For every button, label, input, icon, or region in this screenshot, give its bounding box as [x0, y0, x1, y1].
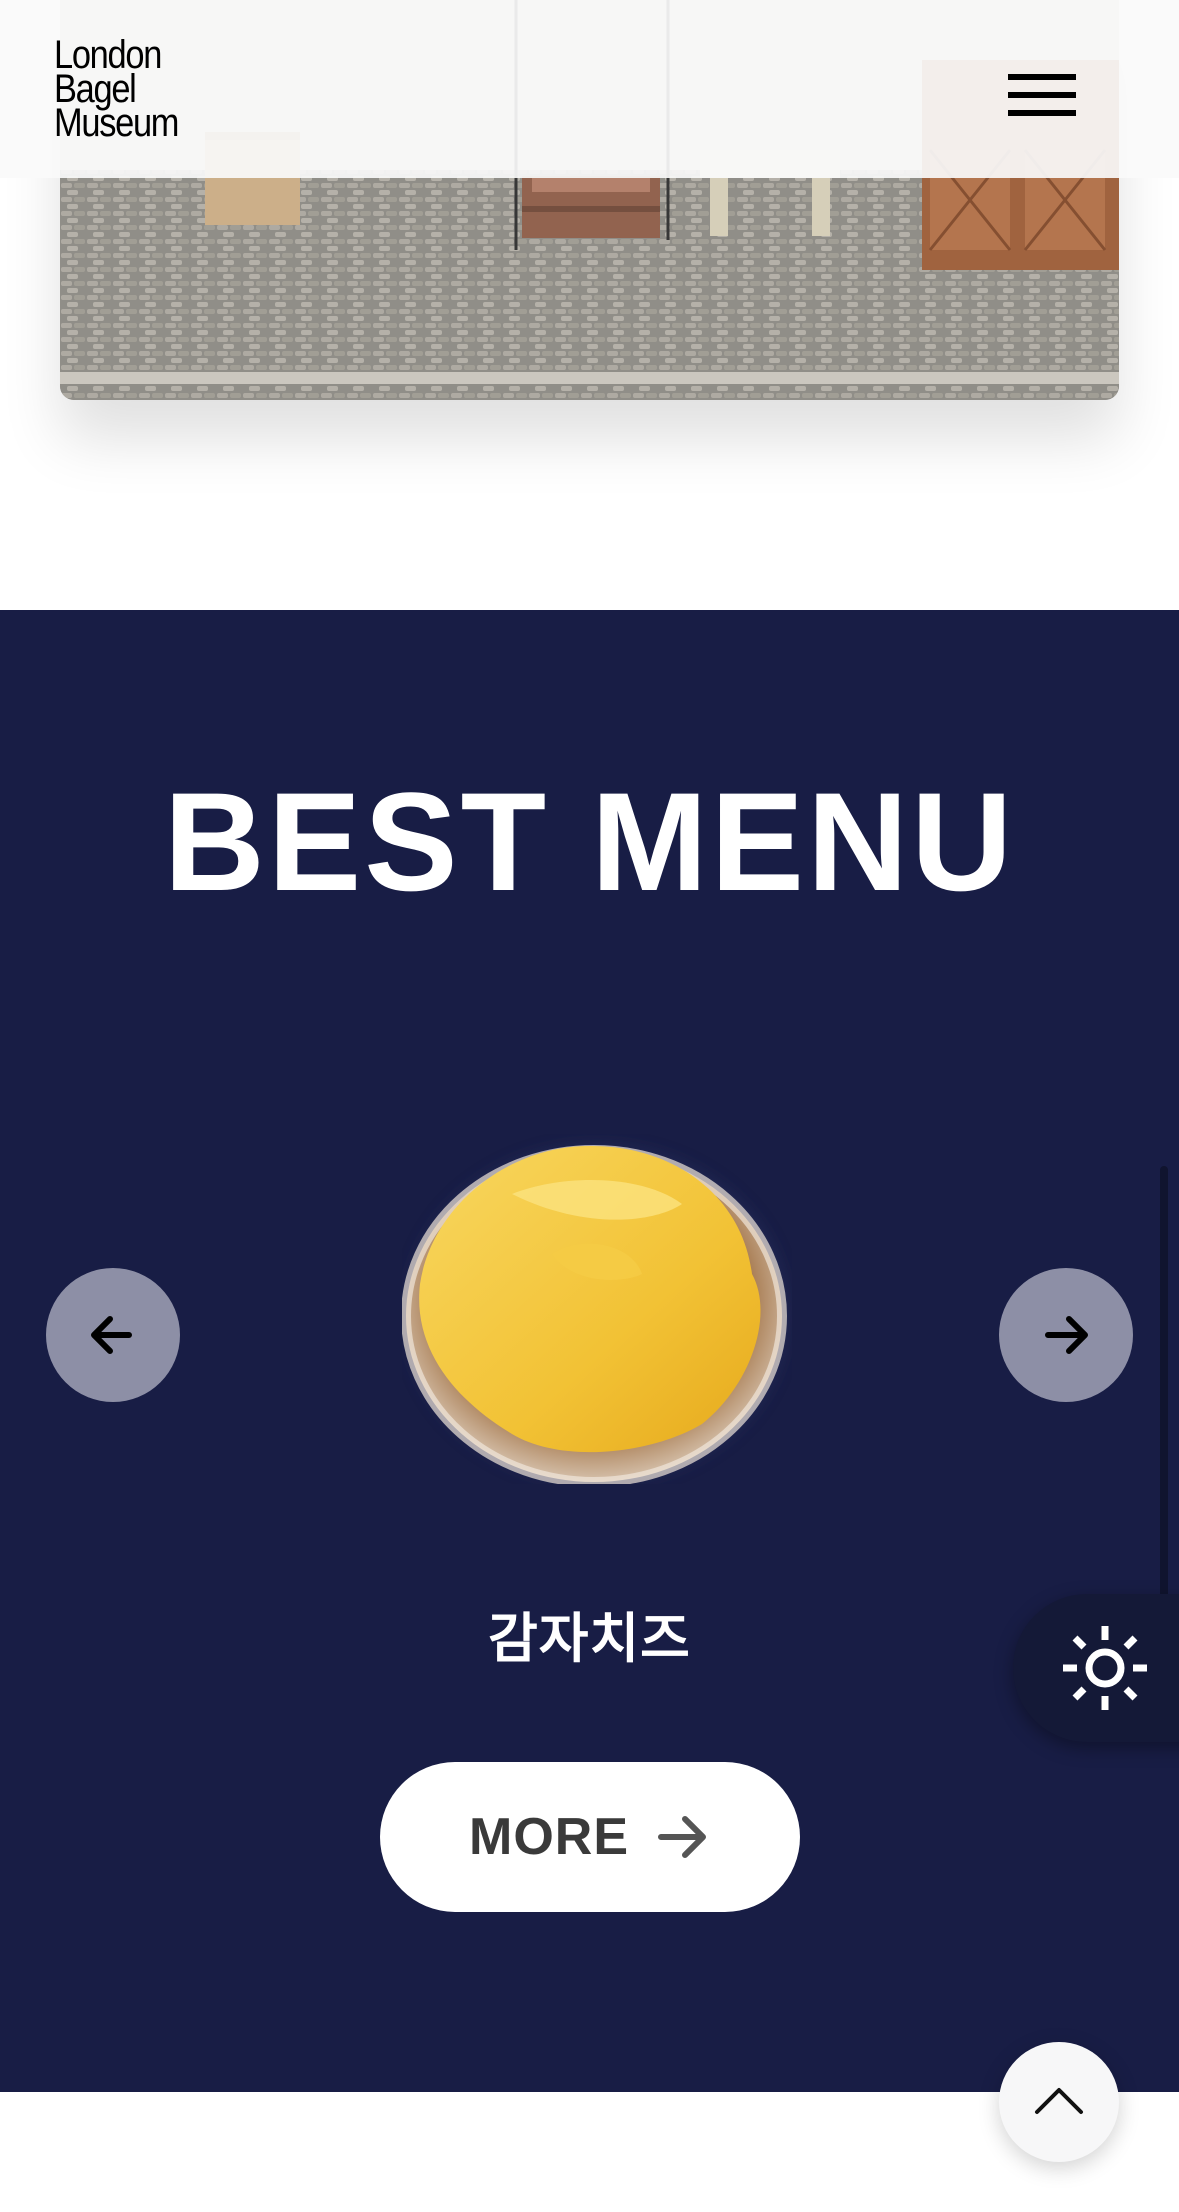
arrow-right-icon — [1045, 1316, 1088, 1354]
scroll-to-top-button[interactable] — [999, 2042, 1119, 2162]
carousel-prev-button[interactable] — [46, 1268, 180, 1402]
best-menu-section: BEST MENU 감자치즈 MORE — [0, 610, 1179, 2092]
arrow-right-icon — [658, 1816, 706, 1858]
arrow-left-icon — [91, 1316, 132, 1354]
chevron-up-icon — [1035, 2088, 1083, 2114]
page: London Bagel Museum BEST MENU 감자치즈 MORE — [0, 0, 1179, 2212]
london-bagel-museum-logo[interactable]: London Bagel Museum — [54, 35, 183, 145]
more-button[interactable]: MORE — [380, 1762, 800, 1912]
logo-line-3: Museum — [54, 101, 179, 145]
more-button-label: MORE — [469, 1808, 629, 1866]
sun-icon — [1063, 1626, 1147, 1710]
product-image — [402, 1134, 792, 1484]
site-header: London Bagel Museum — [0, 0, 1179, 178]
section-title: BEST MENU — [163, 763, 1016, 920]
hamburger-menu-icon[interactable] — [1004, 70, 1076, 122]
carousel-next-button[interactable] — [999, 1268, 1133, 1402]
theme-toggle-button[interactable] — [1013, 1594, 1179, 1742]
product-name: 감자치즈 — [488, 1607, 691, 1670]
